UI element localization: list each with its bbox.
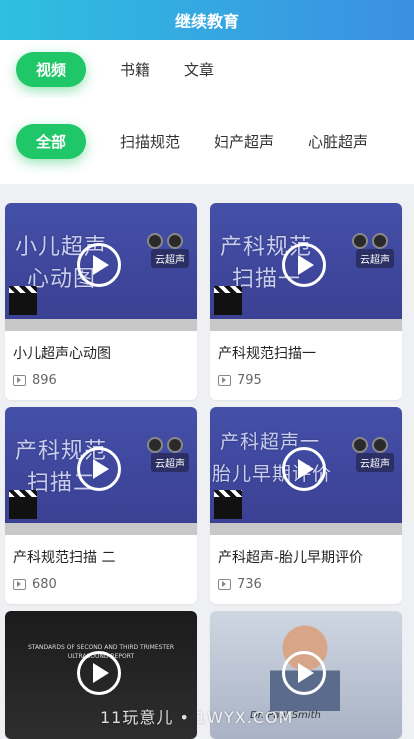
video-title: 产科规范扫描 二: [13, 550, 116, 566]
video-thumbnail[interactable]: 产科规范 扫描一 云超声: [210, 203, 402, 331]
video-card[interactable]: 产科规范 扫描二 云超声 产科规范扫描 二 680: [5, 407, 197, 604]
app-header: 继续教育: [0, 0, 414, 40]
video-views-icon: [218, 375, 231, 386]
watermark: 11玩意儿 • 1WYX.COM: [100, 708, 294, 727]
video-title: 产科超声-胎儿早期评价: [218, 550, 364, 566]
tab-obgyn-ultrasound[interactable]: 妇产超声: [214, 131, 274, 152]
play-icon[interactable]: [77, 243, 121, 287]
play-icon[interactable]: [282, 447, 326, 491]
tab-articles[interactable]: 文章: [184, 59, 214, 80]
video-card[interactable]: 小儿超声 心动图 云超声 小儿超声心动图 896: [5, 203, 197, 400]
tab-cardiac-ultrasound[interactable]: 心脏超声: [308, 131, 368, 152]
brand-badge: 云超声: [356, 249, 394, 268]
page-title: 继续教育: [174, 12, 239, 31]
brand-badge: 云超声: [151, 453, 189, 472]
tab-books[interactable]: 书籍: [120, 59, 150, 80]
view-count-value: 736: [237, 577, 262, 592]
view-count: 736: [210, 573, 402, 604]
play-icon[interactable]: [282, 243, 326, 287]
video-views-icon: [218, 579, 231, 590]
tab-scan-standards[interactable]: 扫描规范: [120, 131, 180, 152]
video-title: 产科规范扫描一: [218, 346, 316, 362]
view-count: 680: [5, 573, 197, 604]
tab-video[interactable]: 视频: [16, 51, 87, 87]
view-count-value: 896: [32, 373, 57, 388]
content-type-tabs: 视频 书籍 文章: [0, 40, 414, 98]
tab-all[interactable]: 全部: [16, 123, 87, 159]
play-icon[interactable]: [77, 447, 121, 491]
brand-badge: 云超声: [356, 453, 394, 472]
video-thumbnail[interactable]: 产科超声一 胎儿早期评价 云超声: [210, 407, 402, 535]
play-icon[interactable]: [282, 651, 326, 695]
clapperboard-icon: [214, 286, 242, 315]
video-card[interactable]: 产科超声一 胎儿早期评价 云超声 产科超声-胎儿早期评价 736: [210, 407, 402, 604]
view-count: 795: [210, 369, 402, 400]
view-count: 896: [5, 369, 197, 400]
video-views-icon: [13, 375, 26, 386]
category-tabs: 全部 扫描规范 妇产超声 心脏超声: [0, 98, 414, 184]
view-count-value: 680: [32, 577, 57, 592]
view-count-value: 795: [237, 373, 262, 388]
video-card[interactable]: 产科规范 扫描一 云超声 产科规范扫描一 795: [210, 203, 402, 400]
video-views-icon: [13, 579, 26, 590]
clapperboard-icon: [214, 490, 242, 519]
video-title: 小儿超声心动图: [13, 346, 111, 362]
video-thumbnail[interactable]: 产科规范 扫描二 云超声: [5, 407, 197, 535]
brand-badge: 云超声: [151, 249, 189, 268]
video-thumbnail[interactable]: 小儿超声 心动图 云超声: [5, 203, 197, 331]
clapperboard-icon: [9, 490, 37, 519]
play-icon[interactable]: [77, 651, 121, 695]
clapperboard-icon: [9, 286, 37, 315]
